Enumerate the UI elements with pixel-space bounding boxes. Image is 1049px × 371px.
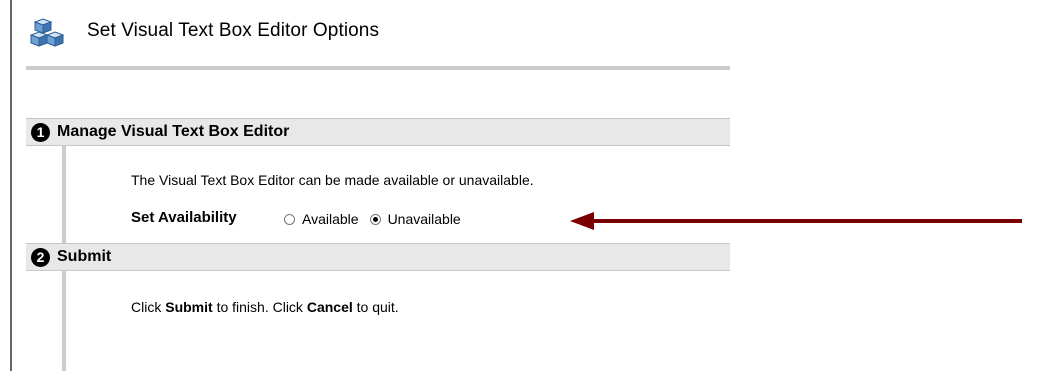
submit-instructions: Click Submit to finish. Click Cancel to … bbox=[131, 299, 399, 315]
title-divider bbox=[26, 66, 730, 70]
step-2-number-icon: 2 bbox=[31, 248, 50, 267]
available-radio-label[interactable]: Available bbox=[302, 211, 359, 227]
submit-keyword: Submit bbox=[165, 299, 213, 315]
manage-description: The Visual Text Box Editor can be made a… bbox=[131, 172, 534, 188]
step-2-title: Submit bbox=[57, 248, 112, 265]
unavailable-radio[interactable] bbox=[369, 214, 381, 225]
step-1-title: Manage Visual Text Box Editor bbox=[57, 123, 290, 140]
available-radio[interactable] bbox=[284, 214, 295, 225]
set-availability-label: Set Availability bbox=[131, 209, 237, 226]
unavailable-radio-label[interactable]: Unavailable bbox=[388, 211, 461, 227]
left-border-line bbox=[10, 0, 12, 371]
annotation-arrow bbox=[570, 212, 1022, 230]
step-2-header: 2 Submit bbox=[26, 243, 730, 271]
step-1-header: 1 Manage Visual Text Box Editor bbox=[26, 118, 730, 146]
availability-radio-group: Available Unavailable bbox=[284, 211, 472, 227]
step-1-number-icon: 1 bbox=[31, 123, 50, 142]
step-2-indent-bar bbox=[62, 271, 66, 371]
step-1-indent-bar bbox=[62, 146, 66, 243]
cubes-icon bbox=[30, 18, 65, 47]
cancel-keyword: Cancel bbox=[306, 299, 353, 315]
page-title: Set Visual Text Box Editor Options bbox=[87, 20, 380, 41]
